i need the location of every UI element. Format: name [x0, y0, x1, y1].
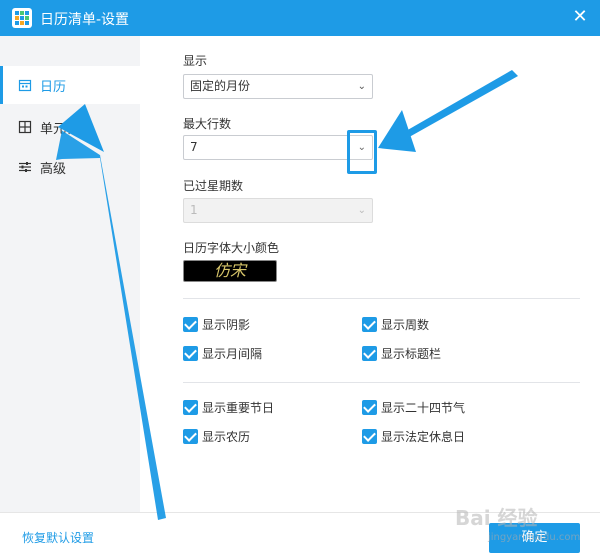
checkbox-show-legal-rest-days[interactable]: 显示法定休息日: [362, 428, 465, 445]
checkbox-label: 显示月间隔: [202, 347, 263, 361]
chevron-down-icon: ⌄: [357, 205, 366, 216]
divider: [183, 382, 580, 383]
watermark-url: jingyan.baidu.com: [488, 532, 581, 543]
highlight-box: [347, 130, 377, 174]
checkbox-label: 显示法定休息日: [381, 430, 466, 444]
close-icon: ✕: [572, 6, 588, 27]
sidebar-item-calendar[interactable]: 日历: [0, 66, 140, 104]
title-bar: 日历清单-设置 ✕: [0, 0, 600, 36]
checkbox-show-shadow[interactable]: 显示阴影: [183, 316, 250, 333]
checkbox-show-month-gap[interactable]: 显示月间隔: [183, 345, 262, 362]
checkbox-label: 显示农历: [202, 430, 251, 444]
display-label: 显示: [183, 54, 208, 68]
chevron-down-icon: ⌄: [357, 81, 366, 92]
checkbox-show-lunar[interactable]: 显示农历: [183, 428, 250, 445]
checkbox-checked-icon[interactable]: [362, 317, 377, 332]
sidebar-item-label: 日历: [40, 79, 67, 95]
checkbox-checked-icon[interactable]: [362, 400, 377, 415]
grid-icon: [18, 120, 32, 134]
display-select[interactable]: 固定的月份 ⌄: [183, 74, 373, 99]
past-weeks-select-value: 1: [190, 203, 198, 217]
checkbox-checked-icon[interactable]: [183, 400, 198, 415]
checkbox-show-solar-terms[interactable]: 显示二十四节气: [362, 399, 465, 416]
sidebar-item-cells[interactable]: 单元格: [0, 108, 140, 146]
checkbox-label: 显示阴影: [202, 318, 251, 332]
sidebar-item-label: 高级: [40, 161, 67, 177]
checkbox-checked-icon[interactable]: [362, 429, 377, 444]
checkbox-label: 显示重要节日: [202, 401, 275, 415]
checkbox-checked-icon[interactable]: [183, 429, 198, 444]
divider: [183, 298, 580, 299]
max-rows-select-value: 7: [190, 140, 198, 154]
max-rows-select[interactable]: 7 ⌄: [183, 135, 373, 160]
calendar-icon: [18, 79, 32, 92]
restore-defaults-link[interactable]: 恢复默认设置: [22, 529, 94, 546]
app-logo-icon: [12, 8, 32, 28]
sidebar-item-advanced[interactable]: 高级: [0, 148, 140, 186]
checkbox-label: 显示周数: [381, 318, 430, 332]
checkbox-checked-icon[interactable]: [362, 346, 377, 361]
checkbox-show-holidays[interactable]: 显示重要节日: [183, 399, 274, 416]
font-color-label: 日历字体大小颜色: [183, 241, 280, 255]
checkbox-checked-icon[interactable]: [183, 346, 198, 361]
checkbox-checked-icon[interactable]: [183, 317, 198, 332]
window-title: 日历清单-设置: [40, 12, 130, 28]
max-rows-label: 最大行数: [183, 117, 232, 131]
checkbox-label: 显示标题栏: [381, 347, 442, 361]
checkbox-label: 显示二十四节气: [381, 401, 466, 415]
close-button[interactable]: ✕: [570, 8, 590, 28]
sidebar: 日历 单元格 高级: [0, 36, 140, 512]
past-weeks-label: 已过星期数: [183, 179, 244, 193]
sliders-icon: [19, 162, 31, 172]
watermark: Bai 经验: [455, 506, 538, 530]
display-select-value: 固定的月份: [190, 79, 251, 93]
past-weeks-select: 1 ⌄: [183, 198, 373, 223]
settings-panel: 显示 固定的月份 ⌄ 最大行数 7 ⌄ 已过星期数 1 ⌄ 日历字体大小颜色 仿…: [140, 36, 600, 512]
sidebar-item-label: 单元格: [40, 121, 80, 137]
font-color-preview[interactable]: 仿宋: [183, 260, 277, 282]
checkbox-show-title-bar[interactable]: 显示标题栏: [362, 345, 441, 362]
checkbox-show-week-numbers[interactable]: 显示周数: [362, 316, 429, 333]
